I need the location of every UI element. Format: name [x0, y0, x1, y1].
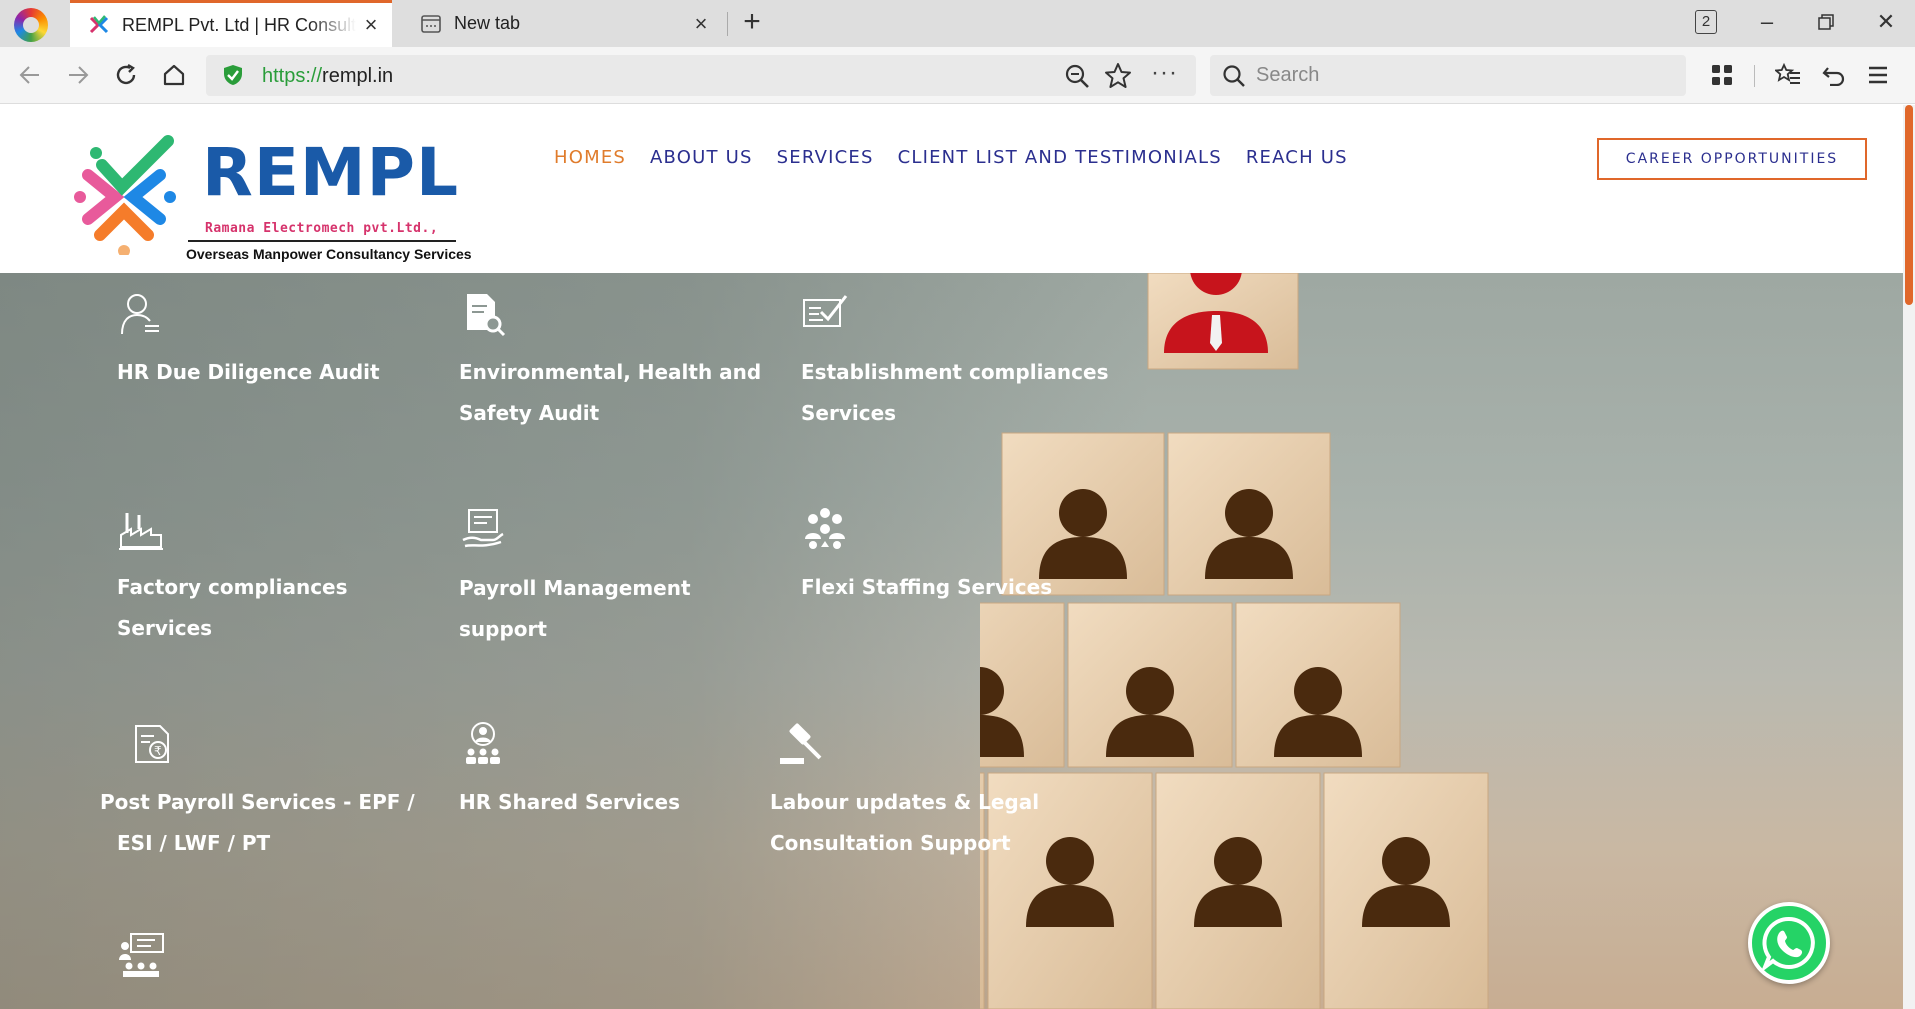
logo-wordmark: REMPL — [202, 134, 460, 211]
tab-separator — [727, 12, 728, 36]
rempl-favicon-icon — [88, 14, 110, 36]
service-label: HR Shared Services — [459, 790, 680, 814]
gavel-icon — [780, 723, 822, 764]
zoom-out-icon[interactable] — [1064, 63, 1090, 89]
service-payroll-management[interactable]: Payroll Management support — [459, 506, 691, 650]
home-icon[interactable] — [156, 57, 192, 93]
address-bar[interactable]: https://rempl.in ··· — [206, 55, 1196, 96]
rempl-logo-mark-icon — [74, 135, 176, 255]
browser-tab-bar: REMPL Pvt. Ltd | HR Consulting × New tab… — [0, 0, 1915, 47]
payroll-hand-icon — [462, 509, 504, 548]
service-label: Services — [801, 401, 897, 425]
whatsapp-icon — [1761, 916, 1815, 971]
tab-rempl[interactable]: REMPL Pvt. Ltd | HR Consulting × — [70, 0, 392, 47]
search-input[interactable] — [1256, 61, 1666, 89]
undo-icon[interactable] — [1816, 57, 1852, 93]
tab-close-icon[interactable]: × — [686, 11, 716, 37]
service-label: Labour updates & Legal — [770, 790, 1040, 814]
nav-link-services[interactable]: SERVICES — [777, 147, 874, 168]
service-label: Consultation Support — [770, 831, 1011, 855]
service-label: ESI / LWF / PT — [117, 831, 271, 855]
tab-count-badge[interactable]: 2 — [1695, 10, 1717, 34]
toolbar-separator — [1754, 65, 1755, 87]
grid-apps-icon[interactable] — [1704, 57, 1740, 93]
shared-people-icon — [466, 722, 500, 764]
logo-tagline: Overseas Manpower Consultancy Services — [186, 246, 472, 262]
favorites-list-icon[interactable] — [1770, 57, 1806, 93]
site-header: REMPL Ramana Electromech pvt.Ltd., Overs… — [0, 105, 1903, 273]
back-arrow-icon[interactable] — [12, 57, 48, 93]
career-opportunities-button[interactable]: CAREER OPPORTUNITIES — [1597, 138, 1867, 180]
tab-close-icon[interactable]: × — [356, 12, 386, 38]
team-icon — [805, 508, 845, 549]
service-establishment-compliances[interactable]: Establishment compliances Services — [801, 290, 1108, 434]
new-tab-plus-icon[interactable]: + — [737, 7, 767, 38]
logo-divider — [188, 240, 456, 242]
new-tab-page-icon — [420, 13, 442, 35]
shield-icon — [224, 65, 242, 85]
service-label: Establishment compliances — [801, 360, 1109, 384]
restore-icon[interactable] — [1806, 6, 1846, 38]
rempl-logo[interactable]: REMPL Ramana Electromech pvt.Ltd., Overs… — [70, 125, 472, 262]
main-navigation: HOMES ABOUT US SERVICES CLIENT LIST AND … — [554, 147, 1348, 168]
scrollbar-thumb[interactable] — [1905, 105, 1913, 305]
nav-link-homes[interactable]: HOMES — [554, 147, 626, 168]
service-ehs-audit[interactable]: Environmental, Health and Safety Audit — [459, 290, 761, 434]
browser-logo-icon[interactable] — [14, 8, 48, 42]
browser-toolbar: https://rempl.in ··· — [0, 47, 1915, 104]
nav-link-about-us[interactable]: ABOUT US — [650, 147, 753, 168]
wooden-blocks-illustration — [980, 273, 1489, 1009]
tab-title: New tab — [454, 13, 521, 33]
logo-company-name: Ramana Electromech pvt.Ltd., — [205, 221, 439, 236]
svg-text:₹: ₹ — [154, 744, 162, 758]
nav-link-reach-us[interactable]: REACH US — [1246, 147, 1348, 168]
service-label: Services — [117, 616, 213, 640]
service-label: Flexi Staffing Services — [801, 575, 1053, 599]
checklist-icon — [803, 295, 848, 327]
document-search-icon — [467, 294, 506, 337]
service-label: Post Payroll Services - EPF / — [100, 790, 415, 814]
search-icon — [1223, 65, 1245, 87]
auditor-icon — [121, 294, 159, 335]
service-label: Factory compliances — [117, 575, 348, 599]
service-post-payroll[interactable]: ₹ Post Payroll Services - EPF / ESI / LW… — [100, 720, 415, 864]
service-label: Payroll Management — [459, 576, 691, 600]
service-label: support — [459, 617, 547, 641]
service-training[interactable] — [117, 932, 165, 994]
page-scrollbar[interactable] — [1903, 105, 1915, 1009]
service-flexi-staffing[interactable]: Flexi Staffing Services — [801, 505, 1052, 608]
tab-new-tab[interactable]: New tab × — [402, 0, 722, 47]
more-actions-icon[interactable]: ··· — [1151, 59, 1178, 87]
hamburger-menu-icon[interactable] — [1860, 57, 1896, 93]
reload-icon[interactable] — [108, 57, 144, 93]
training-icon — [119, 933, 164, 977]
nav-link-client-list[interactable]: CLIENT LIST AND TESTIMONIALS — [898, 147, 1222, 168]
whatsapp-chat-button[interactable] — [1748, 902, 1830, 984]
service-label: Environmental, Health and — [459, 360, 762, 384]
url-text[interactable]: https://rempl.in — [262, 65, 393, 88]
service-label: HR Due Diligence Audit — [117, 360, 380, 384]
service-hr-shared[interactable]: HR Shared Services — [459, 720, 680, 823]
window-close-icon[interactable]: ✕ — [1866, 6, 1906, 38]
rupee-document-icon: ₹ — [135, 725, 169, 763]
minimize-icon[interactable]: – — [1747, 6, 1787, 38]
service-hr-due-diligence[interactable]: HR Due Diligence Audit — [117, 290, 380, 393]
service-labour-updates-legal[interactable]: Labour updates & Legal Consultation Supp… — [770, 720, 1039, 864]
forward-arrow-icon[interactable] — [60, 57, 96, 93]
service-factory-compliances[interactable]: Factory compliances Services — [117, 505, 348, 649]
search-bar[interactable] — [1210, 55, 1686, 96]
service-label: Safety Audit — [459, 401, 600, 425]
factory-icon — [119, 513, 163, 550]
tab-title: REMPL Pvt. Ltd | HR Consulting — [122, 14, 356, 35]
bookmark-star-icon[interactable] — [1104, 62, 1132, 90]
